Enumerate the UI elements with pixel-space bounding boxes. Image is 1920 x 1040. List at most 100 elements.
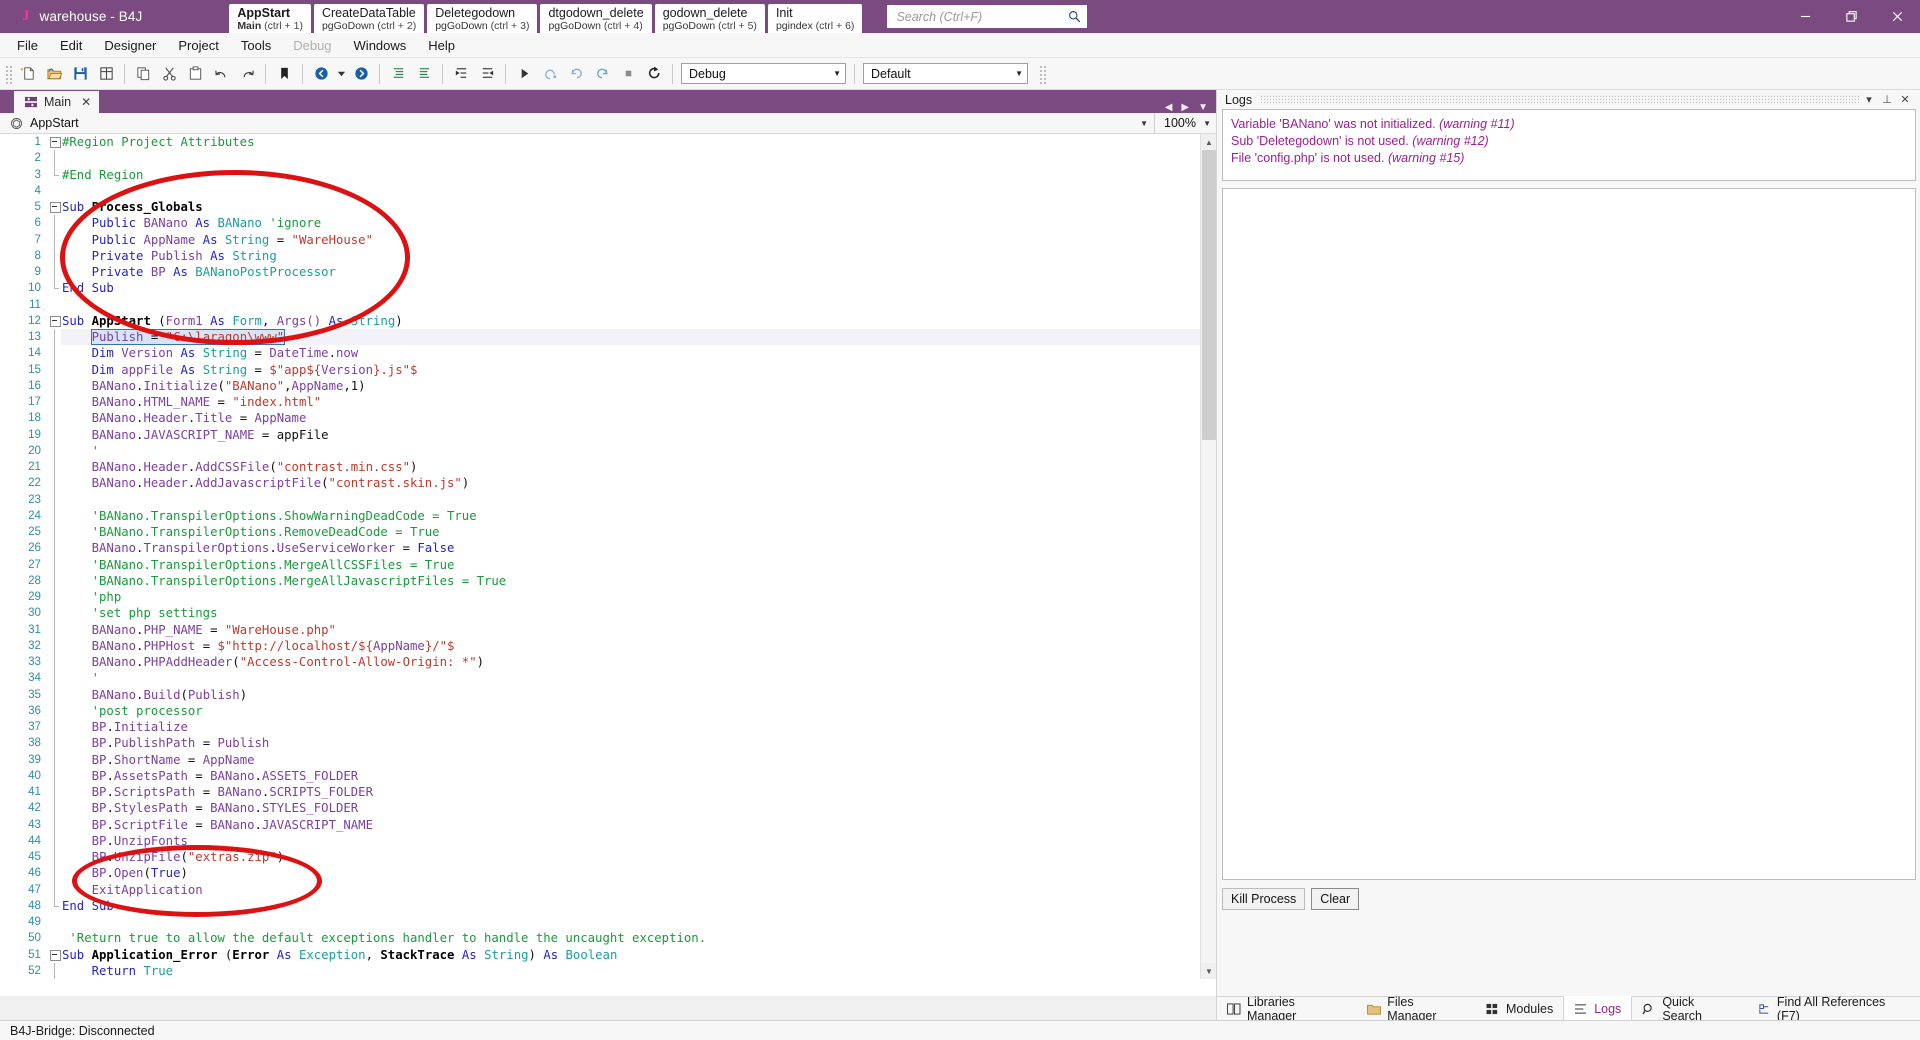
code-line[interactable]: 27 'BANano.TranspilerOptions.MergeAllCSS… <box>0 557 1216 573</box>
save-button[interactable] <box>67 61 93 87</box>
code-line[interactable]: 43 BP.ScriptFile = BANano.JAVASCRIPT_NAM… <box>0 817 1216 833</box>
code-line[interactable]: 37 BP.Initialize <box>0 719 1216 735</box>
panel-tab-quick-search[interactable]: Quick Search <box>1632 997 1747 1021</box>
code-line[interactable]: 17 BANano.HTML_NAME = "index.html" <box>0 394 1216 410</box>
editor-tab-main[interactable]: Main ✕ <box>14 91 99 113</box>
code-line[interactable]: 15 Dim appFile As String = $"app${Versio… <box>0 362 1216 378</box>
close-icon[interactable]: ✕ <box>1896 93 1914 106</box>
code-line[interactable]: 48End Sub <box>0 898 1216 914</box>
toolbar-grip[interactable] <box>4 64 12 84</box>
restart-button[interactable] <box>641 61 667 87</box>
panel-drag-handle[interactable] <box>1260 95 1860 104</box>
chevron-left-icon[interactable]: ◀ <box>1165 102 1173 113</box>
code-line[interactable]: 23 <box>0 492 1216 508</box>
redo-button[interactable] <box>234 61 260 87</box>
code-line[interactable]: 51Sub Application_Error (Error As Except… <box>0 947 1216 963</box>
step-out-button[interactable] <box>589 61 615 87</box>
cut-button[interactable] <box>156 61 182 87</box>
code-line[interactable]: 20 ' <box>0 443 1216 459</box>
menu-item-designer[interactable]: Designer <box>93 35 167 56</box>
code-line[interactable]: 49 <box>0 914 1216 930</box>
code-line[interactable]: 11 <box>0 297 1216 313</box>
menu-item-edit[interactable]: Edit <box>49 35 93 56</box>
run-button[interactable] <box>511 61 537 87</box>
menu-item-help[interactable]: Help <box>417 35 466 56</box>
navigate-forward-button[interactable] <box>348 61 374 87</box>
toolbar-overflow-grip[interactable] <box>1038 64 1046 84</box>
layout-mode-select[interactable]: Default ▼ <box>863 63 1028 84</box>
code-editor[interactable]: 1#Region Project Attributes2 3#End Regio… <box>0 134 1216 996</box>
copy-button[interactable] <box>130 61 156 87</box>
code-line[interactable]: 7 Public AppName As String = "WareHouse" <box>0 232 1216 248</box>
code-line[interactable]: 16 BANano.Initialize("BANano",AppName,1) <box>0 378 1216 394</box>
code-line[interactable]: 22 BANano.Header.AddJavascriptFile("cont… <box>0 475 1216 491</box>
code-line[interactable]: 41 BP.ScriptsPath = BANano.SCRIPTS_FOLDE… <box>0 784 1216 800</box>
code-line[interactable]: 18 BANano.Header.Title = AppName <box>0 410 1216 426</box>
code-vertical-scrollbar[interactable]: ▲ ▼ <box>1200 134 1216 979</box>
recent-tab-deletegodown[interactable]: DeletegodownpgGoDown (ctrl + 3) <box>427 4 537 33</box>
code-line[interactable]: 3#End Region <box>0 167 1216 183</box>
code-line[interactable]: 33 BANano.PHPAddHeader("Access-Control-A… <box>0 654 1216 670</box>
code-line[interactable]: 19 BANano.JAVASCRIPT_NAME = appFile <box>0 427 1216 443</box>
vertical-scroll-thumb[interactable] <box>1202 150 1216 440</box>
global-search-box[interactable] <box>887 5 1087 28</box>
code-line[interactable]: 50 'Return true to allow the default exc… <box>0 930 1216 946</box>
code-line[interactable]: 24 'BANano.TranspilerOptions.ShowWarning… <box>0 508 1216 524</box>
member-selector[interactable]: AppStart ▼ <box>0 113 1154 134</box>
code-line[interactable]: 40 BP.AssetsPath = BANano.ASSETS_FOLDER <box>0 768 1216 784</box>
close-button[interactable] <box>1874 0 1920 33</box>
code-line[interactable]: 38 BP.PublishPath = Publish <box>0 735 1216 751</box>
code-line[interactable]: 12Sub AppStart (Form1 As Form, Args() As… <box>0 313 1216 329</box>
code-line[interactable]: 8 Private Publish As String <box>0 248 1216 264</box>
navigate-back-dropdown-button[interactable] <box>334 61 348 87</box>
step-over-button[interactable] <box>537 61 563 87</box>
code-line[interactable]: 25 'BANano.TranspilerOptions.RemoveDeadC… <box>0 524 1216 540</box>
code-line[interactable]: 47 ExitApplication <box>0 882 1216 898</box>
build-mode-select[interactable]: Debug ▼ <box>681 63 846 84</box>
code-line[interactable]: 36 'post processor <box>0 703 1216 719</box>
navigate-back-button[interactable] <box>308 61 334 87</box>
new-file-button[interactable] <box>15 61 41 87</box>
uncomment-block-button[interactable] <box>411 61 437 87</box>
menu-item-tools[interactable]: Tools <box>230 35 282 56</box>
bookmark-button[interactable] <box>271 61 297 87</box>
menu-item-project[interactable]: Project <box>167 35 229 56</box>
panel-tab-logs[interactable]: Logs <box>1563 996 1632 1021</box>
code-line[interactable]: 28 'BANano.TranspilerOptions.MergeAllJav… <box>0 573 1216 589</box>
recent-tab-appstart[interactable]: AppStartMain (ctrl + 1) <box>229 4 311 33</box>
code-line[interactable]: 6 Public BANano As BANano 'ignore <box>0 215 1216 231</box>
code-line[interactable]: 1#Region Project Attributes <box>0 134 1216 150</box>
code-line[interactable]: 29 'php <box>0 589 1216 605</box>
code-line[interactable]: 52 Return True <box>0 963 1216 979</box>
panel-tab-libraries-manager[interactable]: Libraries Manager <box>1217 997 1357 1021</box>
save-all-button[interactable] <box>93 61 119 87</box>
scroll-up-arrow[interactable]: ▲ <box>1201 134 1217 150</box>
panel-tab-find-all-references-f7[interactable]: Find All References (F7) <box>1747 997 1920 1021</box>
pin-icon[interactable]: ⊥ <box>1878 93 1896 106</box>
zoom-level-select[interactable]: 100% ▼ <box>1154 113 1216 134</box>
log-output-area[interactable] <box>1222 188 1916 880</box>
kill-process-button[interactable]: Kill Process <box>1222 888 1305 910</box>
code-line[interactable]: 10End Sub <box>0 280 1216 296</box>
recent-tab-dtgodown_delete[interactable]: dtgodown_deletepgGoDown (ctrl + 4) <box>540 4 651 33</box>
code-line[interactable]: 9 Private BP As BANanoPostProcessor <box>0 264 1216 280</box>
code-line[interactable]: 42 BP.StylesPath = BANano.STYLES_FOLDER <box>0 800 1216 816</box>
code-line[interactable]: 45 BP.UnzipFile("extras.zip") <box>0 849 1216 865</box>
minimize-button[interactable] <box>1782 0 1828 33</box>
chevron-down-icon[interactable]: ▾ <box>1860 93 1878 106</box>
code-line[interactable]: 5Sub Process_Globals <box>0 199 1216 215</box>
comment-block-button[interactable] <box>385 61 411 87</box>
code-line[interactable]: 31 BANano.PHP_NAME = "WareHouse.php" <box>0 622 1216 638</box>
panel-tab-files-manager[interactable]: Files Manager <box>1357 997 1476 1021</box>
recent-tab-init[interactable]: Initpgindex (ctrl + 6) <box>768 4 863 33</box>
step-into-button[interactable] <box>563 61 589 87</box>
restore-button[interactable] <box>1828 0 1874 33</box>
code-line[interactable]: 21 BANano.Header.AddCSSFile("contrast.mi… <box>0 459 1216 475</box>
code-line[interactable]: 26 BANano.TranspilerOptions.UseServiceWo… <box>0 540 1216 556</box>
undo-button[interactable] <box>208 61 234 87</box>
outdent-button[interactable] <box>448 61 474 87</box>
code-line[interactable]: 4 <box>0 183 1216 199</box>
open-file-button[interactable] <box>41 61 67 87</box>
code-line[interactable]: 39 BP.ShortName = AppName <box>0 752 1216 768</box>
chevron-right-icon[interactable]: ▶ <box>1181 102 1189 113</box>
